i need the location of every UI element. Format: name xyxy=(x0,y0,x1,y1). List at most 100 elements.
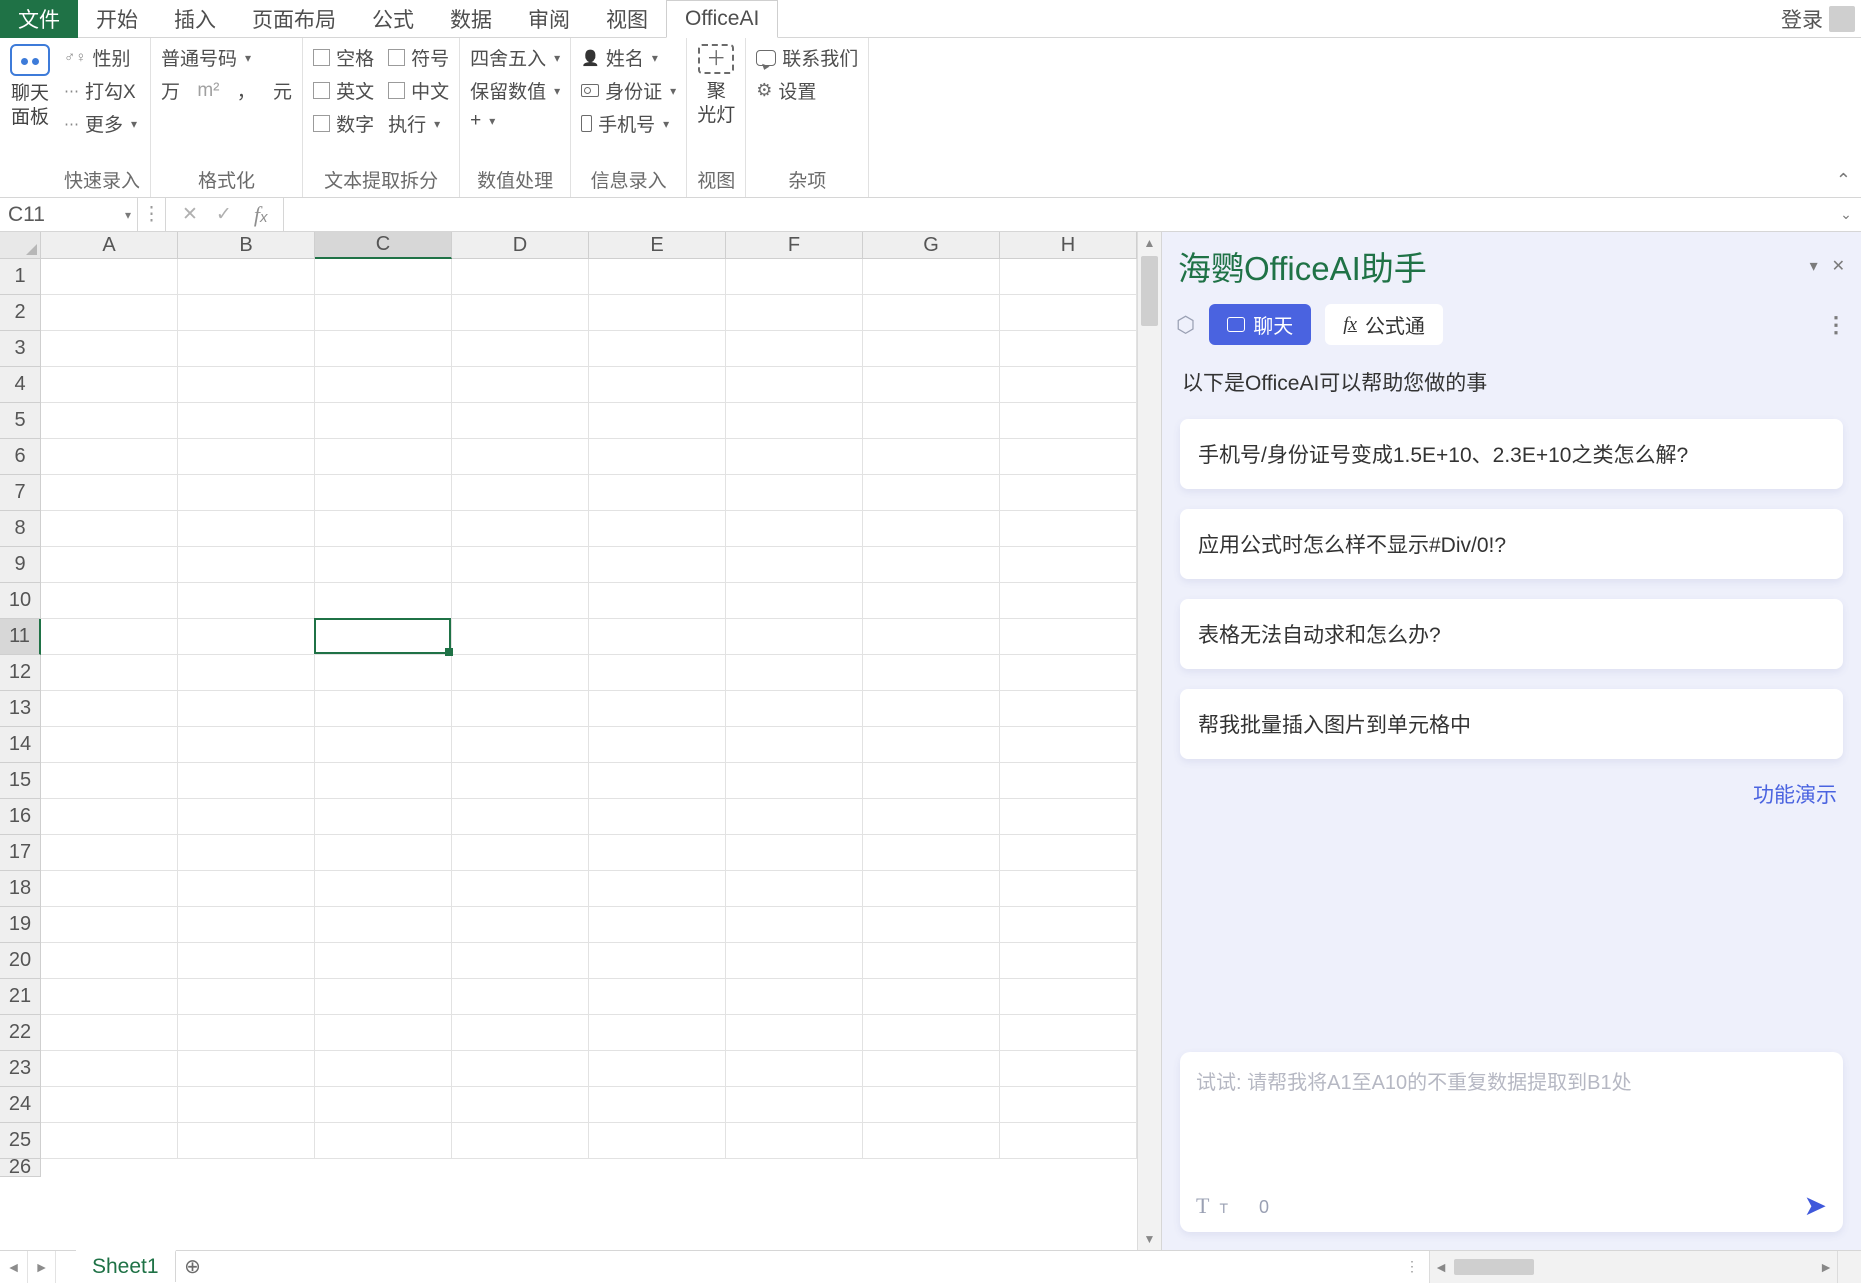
name-box[interactable]: C11 ▾ xyxy=(0,198,138,232)
cell[interactable] xyxy=(41,547,178,583)
cell[interactable] xyxy=(863,583,1000,619)
contact-button[interactable]: 联系我们 xyxy=(756,44,858,71)
cell[interactable] xyxy=(589,763,726,799)
cell[interactable] xyxy=(178,979,315,1015)
cell[interactable] xyxy=(1000,907,1137,943)
exec-button[interactable]: 执行▾ xyxy=(388,110,440,137)
cell[interactable] xyxy=(863,1123,1000,1159)
row-header[interactable]: 19 xyxy=(0,907,41,943)
column-header[interactable]: D xyxy=(452,232,589,259)
row-header[interactable]: 20 xyxy=(0,943,41,979)
cell[interactable] xyxy=(315,439,452,475)
namebox-options[interactable]: ⋮ xyxy=(138,198,166,232)
cell[interactable] xyxy=(41,295,178,331)
cell[interactable] xyxy=(589,1123,726,1159)
row-header[interactable]: 11 xyxy=(0,619,41,655)
cell[interactable] xyxy=(726,403,863,439)
cell[interactable] xyxy=(315,979,452,1015)
cell[interactable] xyxy=(589,583,726,619)
cell[interactable] xyxy=(589,439,726,475)
cell[interactable] xyxy=(178,943,315,979)
row-header[interactable]: 17 xyxy=(0,835,41,871)
cell[interactable] xyxy=(178,439,315,475)
row-header[interactable]: 13 xyxy=(0,691,41,727)
cell[interactable] xyxy=(315,583,452,619)
cell[interactable] xyxy=(726,1123,863,1159)
chat-panel-button[interactable]: 聊天 面板 xyxy=(10,44,50,130)
scrollbar-thumb[interactable] xyxy=(1141,256,1158,326)
cell[interactable] xyxy=(726,619,863,655)
english-checkbox[interactable]: 英文 xyxy=(313,77,374,104)
drag-handle-icon[interactable]: ⋮ xyxy=(1405,1258,1419,1275)
cell[interactable] xyxy=(315,907,452,943)
more-button[interactable]: ⋯更多▾ xyxy=(64,110,137,137)
cell[interactable] xyxy=(41,943,178,979)
cell[interactable] xyxy=(1000,331,1137,367)
cell[interactable] xyxy=(41,403,178,439)
confirm-icon[interactable]: ✓ xyxy=(216,203,232,226)
send-icon[interactable]: ➤ xyxy=(1804,1189,1827,1222)
panel-tab-chat[interactable]: 聊天 xyxy=(1209,304,1311,345)
cell[interactable] xyxy=(315,871,452,907)
cell[interactable] xyxy=(1000,1087,1137,1123)
row-header[interactable]: 12 xyxy=(0,655,41,691)
cell[interactable] xyxy=(863,619,1000,655)
row-header[interactable]: 21 xyxy=(0,979,41,1015)
collapse-ribbon-icon[interactable]: ⌃ xyxy=(1836,170,1851,191)
cell[interactable] xyxy=(863,403,1000,439)
cell[interactable] xyxy=(178,1087,315,1123)
horizontal-scrollbar[interactable]: ◄ ► xyxy=(1429,1251,1837,1283)
column-header[interactable]: F xyxy=(726,232,863,259)
panel-tab-formula[interactable]: fx 公式通 xyxy=(1325,304,1443,345)
column-header[interactable]: A xyxy=(41,232,178,259)
cell[interactable] xyxy=(863,331,1000,367)
cell[interactable] xyxy=(315,1123,452,1159)
cell[interactable] xyxy=(589,511,726,547)
cell[interactable] xyxy=(726,295,863,331)
cell[interactable] xyxy=(178,691,315,727)
cell[interactable] xyxy=(41,763,178,799)
cell[interactable] xyxy=(1000,835,1137,871)
cell[interactable] xyxy=(589,367,726,403)
cell[interactable] xyxy=(589,979,726,1015)
yuan-button[interactable]: 元 xyxy=(273,77,292,104)
cell[interactable] xyxy=(452,1051,589,1087)
cell[interactable] xyxy=(178,511,315,547)
cell[interactable] xyxy=(589,835,726,871)
cell[interactable] xyxy=(589,403,726,439)
row-header[interactable]: 18 xyxy=(0,871,41,907)
cell[interactable] xyxy=(726,475,863,511)
sheet-nav-prev[interactable]: ◄ xyxy=(0,1251,28,1283)
phone-button[interactable]: 手机号▾ xyxy=(581,110,669,137)
cell[interactable] xyxy=(726,943,863,979)
cell[interactable] xyxy=(863,475,1000,511)
cell[interactable] xyxy=(1000,979,1137,1015)
cell[interactable] xyxy=(1000,691,1137,727)
cell[interactable] xyxy=(726,835,863,871)
cell[interactable] xyxy=(589,691,726,727)
cell[interactable] xyxy=(452,439,589,475)
comma-button[interactable]: ， xyxy=(237,77,256,104)
cell[interactable] xyxy=(726,1087,863,1123)
cell[interactable] xyxy=(315,835,452,871)
cell[interactable] xyxy=(41,619,178,655)
cell[interactable] xyxy=(726,979,863,1015)
cell[interactable] xyxy=(726,259,863,295)
cell[interactable] xyxy=(1000,367,1137,403)
cell[interactable] xyxy=(315,1051,452,1087)
row-header[interactable]: 24 xyxy=(0,1087,41,1123)
plus-button[interactable]: +▾ xyxy=(470,110,495,132)
cell[interactable] xyxy=(589,727,726,763)
cell[interactable] xyxy=(315,295,452,331)
cell[interactable] xyxy=(41,727,178,763)
cell[interactable] xyxy=(315,799,452,835)
cell[interactable] xyxy=(1000,799,1137,835)
panel-close-icon[interactable]: ✕ xyxy=(1832,256,1845,276)
cell[interactable] xyxy=(863,907,1000,943)
cell[interactable] xyxy=(863,1051,1000,1087)
cell[interactable] xyxy=(452,367,589,403)
cell[interactable] xyxy=(589,907,726,943)
space-checkbox[interactable]: 空格 xyxy=(313,44,374,71)
row-header[interactable]: 6 xyxy=(0,439,41,475)
column-header[interactable]: C xyxy=(315,232,452,259)
